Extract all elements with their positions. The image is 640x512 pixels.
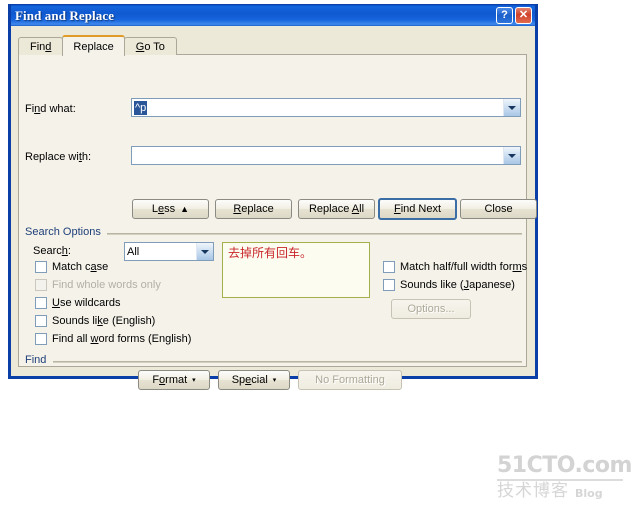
- checkbox-match-half-full-width-forms-label: Match half/full width forms: [400, 261, 528, 273]
- checkbox-sounds-like-english-label: Sounds like (English): [52, 315, 156, 327]
- tab-go-to-label: Go To: [135, 40, 165, 53]
- replace-with-combobox[interactable]: [131, 146, 521, 165]
- search-scope-combobox[interactable]: All: [124, 242, 214, 261]
- checkbox-match-half-full-width-forms[interactable]: Match half/full width forms: [383, 261, 527, 273]
- checkbox-match-case-label: Match case: [52, 261, 109, 273]
- chevron-down-icon: ▾: [272, 376, 277, 384]
- annotation-note: 去掉所有回车。: [222, 242, 370, 298]
- tab-replace[interactable]: Replace: [62, 35, 125, 56]
- special-button[interactable]: Special ▾: [218, 370, 290, 390]
- format-button-label: Format: [152, 374, 188, 386]
- checkbox-sounds-like-english[interactable]: Sounds like (English): [35, 315, 155, 327]
- find-and-replace-dialog: Find and Replace ? ✕ Find Replace Go To …: [8, 4, 538, 390]
- find-next-button-label: Find Next: [393, 203, 442, 215]
- close-button[interactable]: Close: [460, 199, 537, 219]
- find-what-value: ^p: [134, 100, 148, 115]
- search-scope-value: All: [127, 245, 140, 258]
- close-button-label: Close: [484, 203, 513, 215]
- no-formatting-button-label: No Formatting: [315, 374, 385, 386]
- help-icon[interactable]: ?: [496, 7, 513, 24]
- search-options-group-label: Search Options: [25, 226, 105, 238]
- tab-replace-label: Replace: [73, 40, 114, 53]
- replace-button[interactable]: Replace: [215, 199, 292, 219]
- replace-tab-panel: Find what: ^p Replace with: Less ▲ Repla…: [18, 54, 537, 390]
- title-bar[interactable]: Find and Replace ? ✕: [11, 4, 535, 26]
- replace-with-label: Replace with:: [25, 151, 92, 163]
- find-group-label: Find: [25, 354, 51, 366]
- checkbox-icon[interactable]: [35, 261, 47, 273]
- replace-all-button-label: Replace All: [308, 203, 365, 215]
- checkbox-find-whole-words-only: Find whole words only: [35, 279, 161, 291]
- tab-find-label: Find: [30, 40, 52, 53]
- checkbox-find-whole-words-only-label: Find whole words only: [52, 279, 161, 291]
- checkbox-icon[interactable]: [383, 261, 395, 273]
- less-button-label: Less: [151, 203, 176, 215]
- less-button[interactable]: Less ▲: [132, 199, 209, 219]
- find-what-input[interactable]: ^p: [132, 99, 503, 116]
- checkbox-icon[interactable]: [383, 279, 395, 291]
- checkbox-icon: [35, 279, 47, 291]
- find-what-combobox[interactable]: ^p: [131, 98, 521, 117]
- find-what-label: Find what:: [25, 103, 76, 115]
- checkbox-find-all-word-forms-english[interactable]: Find all word forms (English): [35, 333, 191, 345]
- window-title: Find and Replace: [15, 7, 115, 23]
- watermark: 51CTO.com 技术博客 Blog: [497, 455, 633, 500]
- search-scope-dropdown-arrow[interactable]: [196, 243, 213, 260]
- checkbox-icon[interactable]: [35, 315, 47, 327]
- dialog-client-area: Find Replace Go To Find what: ^p Replace…: [11, 26, 537, 390]
- replace-all-button[interactable]: Replace All: [298, 199, 375, 219]
- up-arrow-icon: ▲: [180, 203, 190, 214]
- watermark-subtitle: 技术博客 Blog: [497, 483, 633, 500]
- checkbox-icon[interactable]: [35, 333, 47, 345]
- tab-go-to[interactable]: Go To: [123, 37, 177, 55]
- watermark-blog-text: Blog: [575, 487, 603, 500]
- chevron-down-icon: [508, 105, 516, 110]
- find-what-dropdown-arrow[interactable]: [503, 99, 520, 116]
- tab-strip: Find Replace Go To: [18, 35, 177, 56]
- replace-with-input[interactable]: [132, 147, 503, 164]
- checkbox-sounds-like-japanese[interactable]: Sounds like (Japanese): [383, 279, 515, 291]
- replace-button-label: Replace: [233, 203, 274, 215]
- checkbox-use-wildcards-label: Use wildcards: [52, 297, 121, 309]
- chevron-down-icon: [508, 153, 516, 158]
- format-button[interactable]: Format ▾: [138, 370, 210, 390]
- chevron-down-icon: ▾: [192, 376, 196, 384]
- search-scope-value-wrap[interactable]: All: [125, 243, 196, 260]
- replace-with-row: Replace with:: [25, 151, 91, 163]
- search-scope-row: Search:: [33, 245, 71, 257]
- search-scope-label: Search:: [33, 245, 71, 257]
- options-button: Options...: [391, 299, 471, 319]
- checkbox-match-case[interactable]: Match case: [35, 261, 108, 273]
- watermark-cn-text: 技术博客: [497, 481, 569, 501]
- tab-find[interactable]: Find: [18, 37, 64, 55]
- checkbox-sounds-like-japanese-label: Sounds like (Japanese): [400, 279, 515, 291]
- close-icon[interactable]: ✕: [515, 7, 532, 24]
- options-button-label: Options...: [407, 303, 455, 315]
- no-formatting-button: No Formatting: [298, 370, 402, 390]
- chevron-down-icon: [201, 249, 209, 254]
- title-bar-buttons: ? ✕: [496, 7, 532, 24]
- watermark-site: 51CTO.com: [497, 453, 632, 478]
- checkbox-use-wildcards[interactable]: Use wildcards: [35, 297, 120, 309]
- group-divider: [53, 361, 522, 363]
- group-divider: [107, 233, 522, 235]
- find-next-button[interactable]: Find Next: [378, 198, 457, 220]
- special-button-label: Special: [231, 374, 268, 386]
- find-what-row: Find what:: [25, 103, 76, 115]
- replace-with-dropdown-arrow[interactable]: [503, 147, 520, 164]
- annotation-text: 去掉所有回车。: [228, 246, 313, 260]
- checkbox-find-all-word-forms-english-label: Find all word forms (English): [52, 333, 192, 345]
- checkbox-icon[interactable]: [35, 297, 47, 309]
